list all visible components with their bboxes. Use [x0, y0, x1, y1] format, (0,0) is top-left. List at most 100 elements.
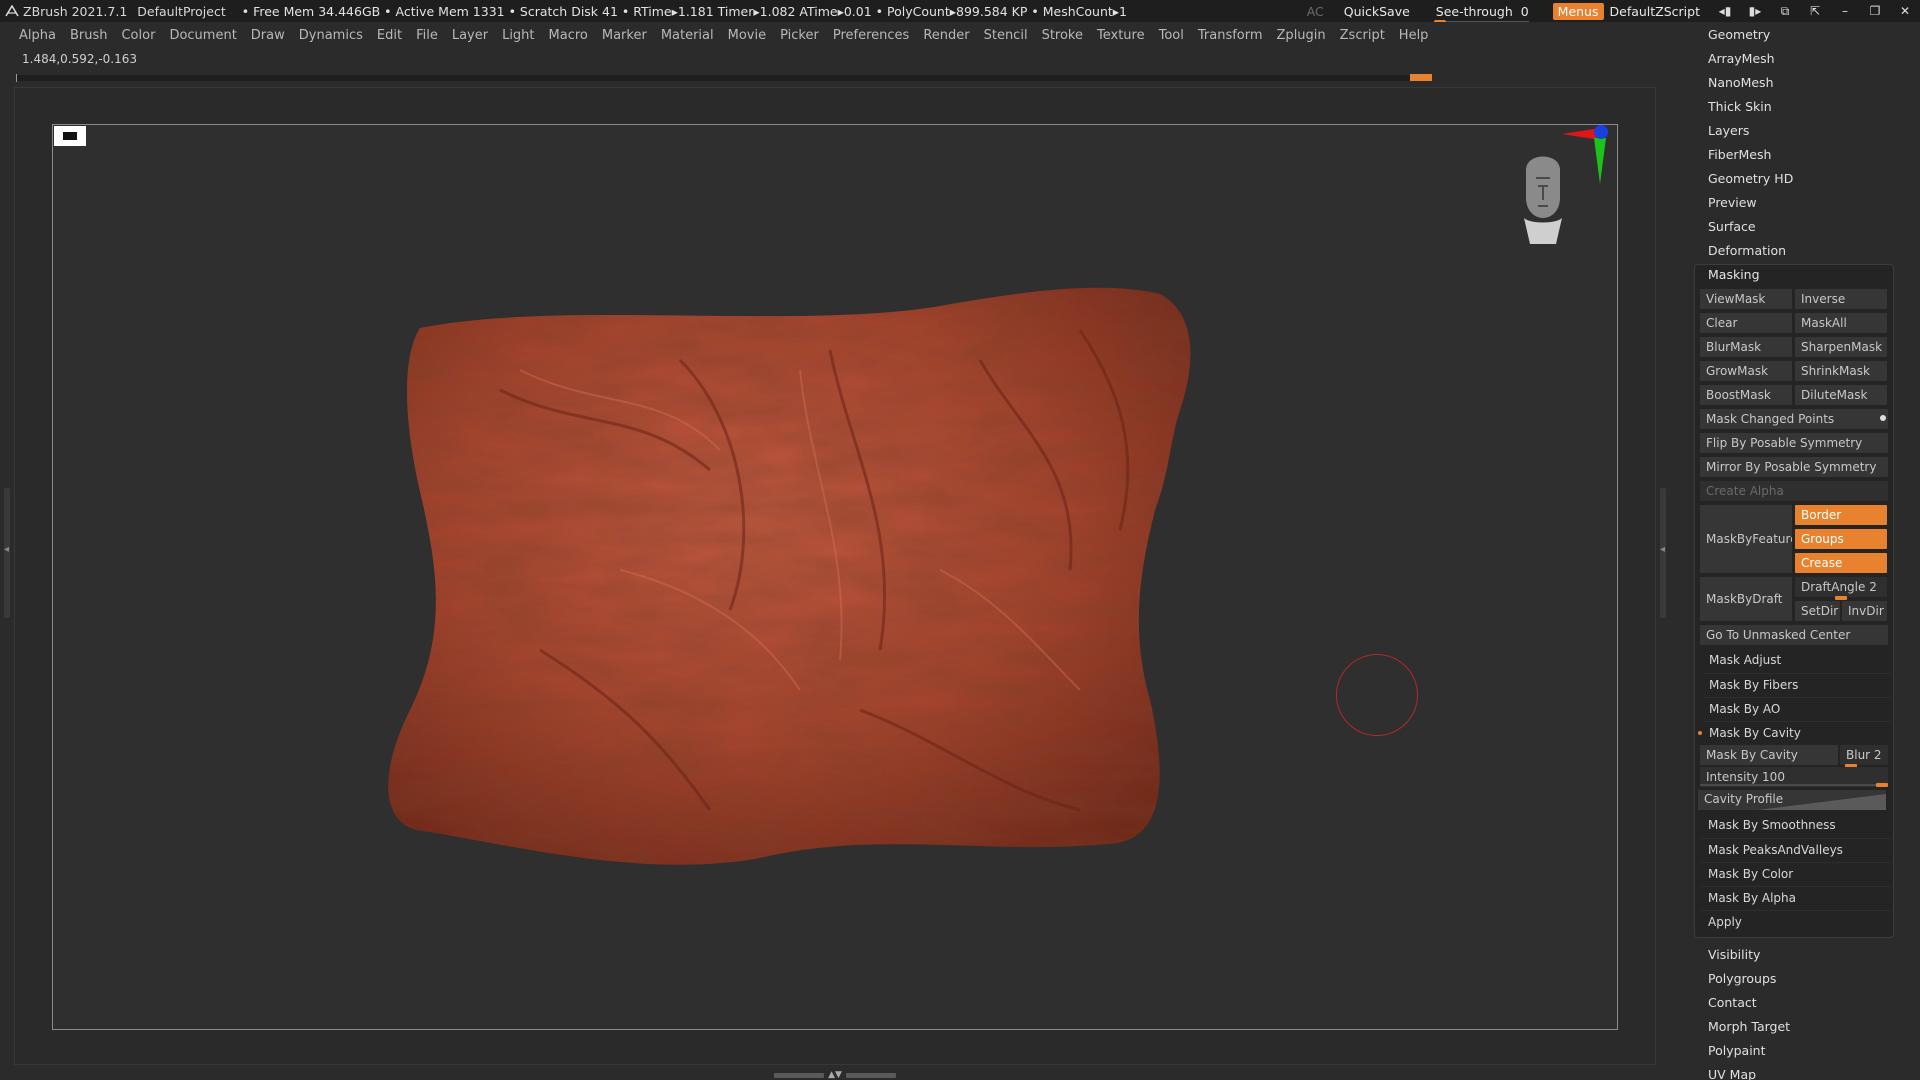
crease-toggle[interactable]: Crease — [1795, 553, 1887, 573]
masking-header[interactable]: Masking — [1708, 267, 1760, 282]
inverse-button[interactable]: Inverse — [1795, 289, 1887, 309]
section-surface[interactable]: Surface — [1708, 216, 1756, 238]
menu-file[interactable]: File — [416, 28, 438, 43]
maskbyfeature-button[interactable]: MaskByFeature — [1700, 505, 1792, 573]
section-nanomesh[interactable]: NanoMesh — [1708, 72, 1774, 94]
axis-gizmo-icon[interactable] — [1560, 122, 1610, 186]
section-deformation[interactable]: Deformation — [1708, 240, 1786, 262]
draftangle-slider[interactable]: DraftAngle 2 — [1795, 577, 1887, 597]
menu-light[interactable]: Light — [502, 28, 534, 43]
clear-mask-button[interactable]: Clear — [1700, 313, 1792, 333]
menu-draw[interactable]: Draw — [251, 28, 285, 43]
menu-material[interactable]: Material — [661, 28, 714, 43]
flip-by-posable-symmetry-button[interactable]: Flip By Posable Symmetry — [1700, 433, 1888, 453]
blurmask-button[interactable]: BlurMask — [1700, 337, 1792, 357]
apply-button[interactable]: Apply — [1702, 910, 1890, 932]
create-alpha-button[interactable]: Create Alpha — [1700, 481, 1888, 501]
menus-toggle-button[interactable]: Menus — [1552, 2, 1604, 20]
menu-alpha[interactable]: Alpha — [19, 28, 56, 43]
expand-up-down-icon[interactable]: ▲▼ — [828, 1070, 842, 1080]
menu-texture[interactable]: Texture — [1097, 28, 1145, 43]
section-uv-map[interactable]: UV Map — [1708, 1064, 1756, 1080]
menu-tool[interactable]: Tool — [1159, 28, 1184, 43]
layout-toggle-icon[interactable]: ⧉ — [1770, 4, 1800, 19]
menu-stroke[interactable]: Stroke — [1042, 28, 1083, 43]
section-polygroups[interactable]: Polygroups — [1708, 968, 1776, 990]
menu-movie[interactable]: Movie — [728, 28, 766, 43]
section-morph-target[interactable]: Morph Target — [1708, 1016, 1790, 1038]
cavity-intensity-slider-knob[interactable] — [1876, 783, 1888, 787]
mask-by-fibers-section[interactable]: Mask By Fibers — [1703, 673, 1891, 695]
project-name[interactable]: DefaultProject — [137, 4, 225, 19]
boostmask-button[interactable]: BoostMask — [1700, 385, 1792, 405]
mask-by-cavity-section[interactable]: Mask By Cavity — [1698, 721, 1891, 743]
dilutemask-button[interactable]: DiluteMask — [1795, 385, 1887, 405]
section-geometry-hd[interactable]: Geometry HD — [1708, 168, 1793, 190]
minimize-icon[interactable]: – — [1830, 4, 1860, 18]
mirror-by-posable-symmetry-button[interactable]: Mirror By Posable Symmetry — [1700, 457, 1888, 477]
invdir-button[interactable]: InvDir — [1842, 601, 1887, 621]
section-visibility[interactable]: Visibility — [1708, 944, 1760, 966]
expand-right-arrow-icon[interactable]: ◂ — [1660, 544, 1665, 555]
sculpted-pillow-mesh[interactable] — [380, 270, 1220, 880]
mask-by-color-section[interactable]: Mask By Color — [1702, 862, 1890, 884]
menu-macro[interactable]: Macro — [549, 28, 588, 43]
mask-by-smoothness-section[interactable]: Mask By Smoothness — [1702, 814, 1890, 836]
menu-dynamics[interactable]: Dynamics — [299, 28, 363, 43]
menu-edit[interactable]: Edit — [377, 28, 402, 43]
section-arraymesh[interactable]: ArrayMesh — [1708, 48, 1775, 70]
mask-by-ao-section[interactable]: Mask By AO — [1703, 697, 1891, 719]
menu-zscript[interactable]: Zscript — [1340, 28, 1385, 43]
go-to-unmasked-center-button[interactable]: Go To Unmasked Center — [1700, 625, 1888, 645]
menu-marker[interactable]: Marker — [602, 28, 647, 43]
menu-brush[interactable]: Brush — [70, 28, 108, 43]
menu-layer[interactable]: Layer — [452, 28, 488, 43]
mask-by-cavity-button[interactable]: Mask By Cavity — [1700, 745, 1838, 765]
sharpenmask-button[interactable]: SharpenMask — [1795, 337, 1887, 357]
menu-document[interactable]: Document — [169, 28, 236, 43]
close-icon[interactable]: ✕ — [1890, 4, 1920, 18]
menu-render[interactable]: Render — [923, 28, 969, 43]
border-toggle[interactable]: Border — [1795, 505, 1887, 525]
section-fibermesh[interactable]: FiberMesh — [1708, 144, 1771, 166]
mask-changed-points-toggle-icon[interactable] — [1880, 415, 1886, 421]
restore-icon[interactable]: ❐ — [1860, 4, 1890, 18]
seethrough-slider[interactable]: See-through 0 — [1433, 4, 1529, 25]
section-layers[interactable]: Layers — [1708, 120, 1749, 142]
mask-peaks-and-valleys-section[interactable]: Mask PeaksAndValleys — [1702, 838, 1890, 860]
section-geometry[interactable]: Geometry — [1708, 24, 1770, 46]
growmask-button[interactable]: GrowMask — [1700, 361, 1792, 381]
mask-by-alpha-section[interactable]: Mask By Alpha — [1702, 886, 1890, 908]
hide-left-shelf-icon[interactable]: ◂▮ — [1710, 4, 1740, 18]
draftangle-slider-knob[interactable] — [1835, 596, 1847, 600]
section-contact[interactable]: Contact — [1708, 992, 1757, 1014]
cavity-blur-slider[interactable]: Blur 2 — [1840, 745, 1888, 765]
hide-right-shelf-icon[interactable]: ▮▸ — [1740, 4, 1770, 18]
setdir-button[interactable]: SetDir — [1795, 601, 1840, 621]
timeline-marker[interactable] — [1410, 74, 1432, 81]
default-zscript-button[interactable]: DefaultZScript — [1610, 4, 1701, 19]
popup-icon[interactable]: ⇱ — [1800, 4, 1830, 18]
menu-transform[interactable]: Transform — [1198, 28, 1263, 43]
quicksave-button[interactable]: QuickSave — [1344, 4, 1410, 19]
menu-color[interactable]: Color — [121, 28, 155, 43]
mask-changed-points-button[interactable]: Mask Changed Points — [1700, 409, 1888, 429]
mask-adjust-section[interactable]: Mask Adjust — [1703, 649, 1891, 671]
bottom-shelf-handle[interactable]: ▲▼ — [770, 1070, 900, 1080]
menu-stencil[interactable]: Stencil — [984, 28, 1028, 43]
menu-help[interactable]: Help — [1399, 28, 1429, 43]
ac-toggle[interactable]: AC — [1307, 4, 1324, 19]
menu-picker[interactable]: Picker — [780, 28, 819, 43]
shrinkmask-button[interactable]: ShrinkMask — [1795, 361, 1887, 381]
section-polypaint[interactable]: Polypaint — [1708, 1040, 1766, 1062]
cavity-profile-curve[interactable]: Cavity Profile — [1698, 790, 1886, 810]
section-thick-skin[interactable]: Thick Skin — [1708, 96, 1772, 118]
document-thumbnail-icon[interactable] — [54, 126, 86, 146]
viewmask-button[interactable]: ViewMask — [1700, 289, 1792, 309]
maskall-button[interactable]: MaskAll — [1795, 313, 1887, 333]
menu-preferences[interactable]: Preferences — [833, 28, 909, 43]
timeline-track[interactable] — [16, 74, 1432, 82]
menu-zplugin[interactable]: Zplugin — [1277, 28, 1326, 43]
maskbydraft-button[interactable]: MaskByDraft — [1700, 577, 1792, 621]
section-preview[interactable]: Preview — [1708, 192, 1757, 214]
